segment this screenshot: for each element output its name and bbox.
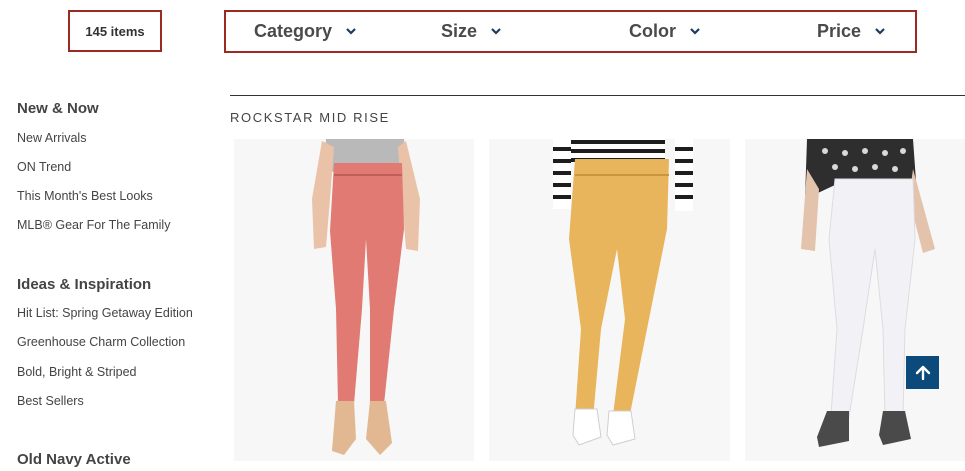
scroll-to-top-button[interactable] [906, 356, 939, 389]
arrow-up-icon [915, 365, 930, 380]
chevron-down-icon [690, 28, 700, 35]
filter-color[interactable]: Color [629, 18, 702, 44]
chevron-down-icon [346, 28, 356, 35]
sidebar-heading-active: Old Navy Active [17, 451, 131, 468]
sidebar-link-new-arrivals[interactable]: New Arrivals [17, 131, 86, 145]
item-count: 145 items [68, 10, 162, 52]
product-image-white-jeans [745, 139, 965, 461]
sidebar-link-on-trend[interactable]: ON Trend [17, 160, 71, 174]
chevron-down-icon [491, 28, 501, 35]
product-card-white-jeans[interactable] [745, 139, 965, 461]
filter-category-label: Category [254, 20, 333, 41]
filter-price[interactable]: Price [817, 18, 887, 44]
filter-price-label: Price [817, 20, 862, 41]
filter-bar: Category Size Color Price [224, 10, 917, 53]
sidebar-link-best-sellers[interactable]: Best Sellers [17, 394, 84, 408]
filter-color-label: Color [629, 20, 676, 41]
filter-category[interactable]: Category [254, 18, 358, 44]
sidebar-link-mlb-gear[interactable]: MLB® Gear For The Family [17, 218, 170, 232]
sidebar-link-bold-bright[interactable]: Bold, Bright & Striped [17, 365, 137, 379]
sidebar-link-greenhouse[interactable]: Greenhouse Charm Collection [17, 335, 185, 349]
product-image-coral-jeans [234, 139, 474, 461]
product-card-coral-jeans[interactable] [234, 139, 474, 461]
chevron-down-icon [875, 28, 885, 35]
section-title: ROCKSTAR MID RISE [230, 110, 390, 125]
sidebar-heading-ideas: Ideas & Inspiration [17, 276, 152, 293]
product-image-mustard-jeans [489, 139, 730, 461]
product-card-mustard-jeans[interactable] [489, 139, 730, 461]
filter-size[interactable]: Size [441, 18, 503, 44]
filter-size-label: Size [441, 20, 478, 41]
sidebar-link-hit-list[interactable]: Hit List: Spring Getaway Edition [17, 306, 193, 320]
section-divider [230, 95, 965, 96]
sidebar-link-best-looks[interactable]: This Month's Best Looks [17, 189, 153, 203]
sidebar-heading-new-now: New & Now [17, 100, 99, 117]
